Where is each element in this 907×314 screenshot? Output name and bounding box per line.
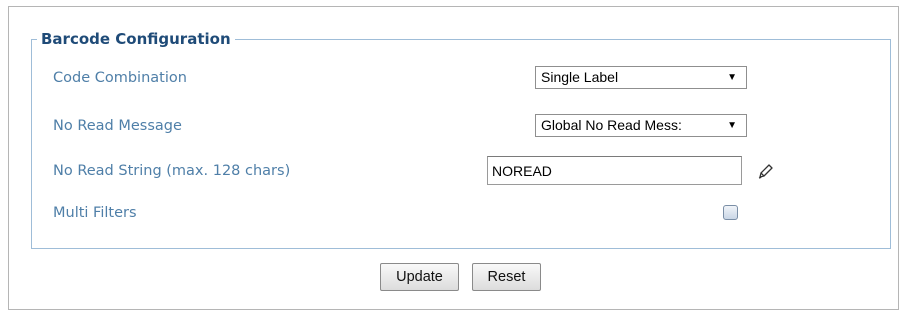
code-combination-select[interactable]: Single Label ▼	[535, 66, 747, 89]
no-read-string-input[interactable]	[487, 156, 742, 185]
code-combination-label: Code Combination	[53, 70, 187, 86]
no-read-message-select[interactable]: Global No Read Mess: ▼	[535, 114, 747, 137]
chevron-down-icon: ▼	[727, 72, 737, 83]
update-button[interactable]: Update	[380, 263, 459, 291]
no-read-message-label: No Read Message	[53, 118, 182, 134]
chevron-down-icon: ▼	[727, 120, 737, 131]
section-title: Barcode Configuration	[37, 29, 235, 49]
no-read-string-label: No Read String (max. 128 chars)	[53, 163, 291, 179]
no-read-message-value: Global No Read Mess:	[541, 117, 682, 133]
code-combination-value: Single Label	[541, 69, 619, 85]
pencil-icon[interactable]	[757, 162, 775, 180]
multi-filters-label: Multi Filters	[53, 205, 137, 221]
multi-filters-checkbox[interactable]	[723, 205, 738, 220]
reset-button[interactable]: Reset	[472, 263, 541, 291]
